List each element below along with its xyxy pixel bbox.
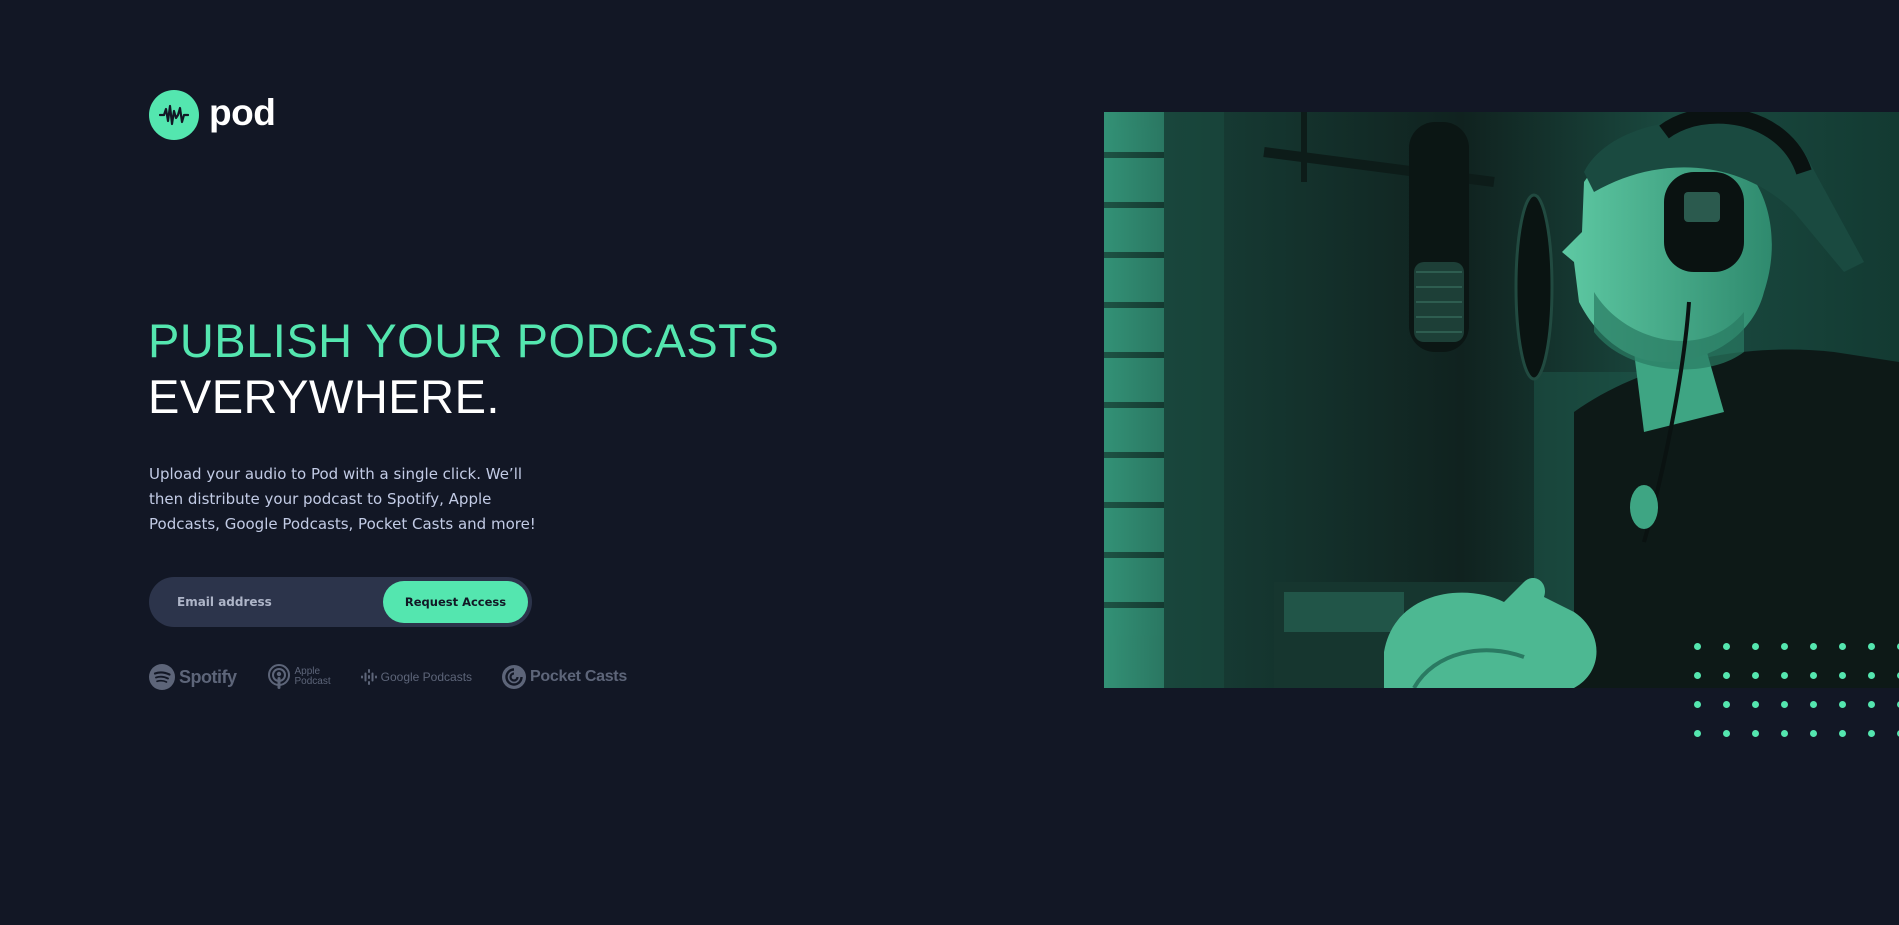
dot xyxy=(1868,672,1875,679)
dot-grid-decoration xyxy=(1694,643,1899,759)
dot xyxy=(1752,643,1759,650)
hero-description: Upload your audio to Pod with a single c… xyxy=(149,465,536,533)
logo-wordmark: pod xyxy=(209,91,276,133)
dot xyxy=(1694,672,1701,679)
dot xyxy=(1810,701,1817,708)
dot xyxy=(1868,730,1875,737)
dot xyxy=(1868,701,1875,708)
google-podcasts-logo: Google Podcasts xyxy=(360,669,473,685)
apple-podcast-icon xyxy=(267,664,290,689)
waveform-icon xyxy=(149,90,199,140)
spotify-logo: Spotify xyxy=(149,664,237,690)
dot xyxy=(1723,701,1730,708)
dot xyxy=(1781,643,1788,650)
dot xyxy=(1810,643,1817,650)
apple-podcast-label-line2: Podcast xyxy=(294,676,331,687)
hero-heading-line1: PUBLISH YOUR PODCASTS xyxy=(148,314,780,367)
dot xyxy=(1868,643,1875,650)
dot xyxy=(1781,730,1788,737)
spotify-icon xyxy=(149,664,175,690)
dot xyxy=(1810,730,1817,737)
apple-podcast-logo: Apple Podcast xyxy=(267,664,331,690)
dot xyxy=(1752,701,1759,708)
hero-heading-line2: EVERYWHERE. xyxy=(148,370,500,423)
dot xyxy=(1781,701,1788,708)
dot xyxy=(1723,672,1730,679)
dot xyxy=(1839,643,1846,650)
dot xyxy=(1752,672,1759,679)
logo[interactable]: pod xyxy=(149,90,276,140)
pocket-casts-icon xyxy=(502,665,527,689)
dot xyxy=(1839,701,1846,708)
request-access-button[interactable]: Request Access xyxy=(383,581,528,623)
podcaster-photo xyxy=(1104,112,1899,688)
spotify-label: Spotify xyxy=(179,666,237,687)
hero-heading: PUBLISH YOUR PODCASTS EVERYWHERE. xyxy=(148,313,779,425)
email-input[interactable] xyxy=(149,577,383,627)
dot xyxy=(1752,730,1759,737)
dot xyxy=(1723,730,1730,737)
dot xyxy=(1694,643,1701,650)
platform-logos: Spotify Apple Podcast Google Podcasts Po… xyxy=(149,664,657,690)
pocket-casts-logo: Pocket Casts xyxy=(502,665,627,689)
landing-page: pod PUBLISH YOUR PODCASTS EVERYWHERE. Up… xyxy=(0,0,1899,925)
dot xyxy=(1810,672,1817,679)
dot xyxy=(1694,701,1701,708)
dot xyxy=(1781,672,1788,679)
dot xyxy=(1694,730,1701,737)
dot xyxy=(1839,672,1846,679)
dot xyxy=(1723,643,1730,650)
request-access-form: Request Access xyxy=(149,577,532,627)
hero-image xyxy=(1104,112,1899,688)
apple-podcast-label: Apple Podcast xyxy=(295,667,331,687)
pocket-casts-label: Pocket Casts xyxy=(530,668,627,685)
google-podcasts-label: Google Podcasts xyxy=(380,670,473,684)
google-podcasts-icon xyxy=(360,669,377,685)
dot xyxy=(1839,730,1846,737)
